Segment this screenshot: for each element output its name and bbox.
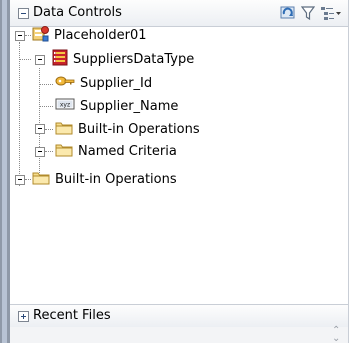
tree-node-label: Built-in Operations <box>55 171 177 187</box>
datatype-icon <box>52 49 68 70</box>
collapse-toggle-icon[interactable] <box>18 8 29 19</box>
left-splitter[interactable] <box>0 0 10 343</box>
data-controls-header[interactable]: Data Controls <box>10 0 348 27</box>
expand-toggle-icon[interactable] <box>15 31 25 41</box>
tree-node-label: SuppliersDataType <box>73 51 195 67</box>
refresh-icon[interactable] <box>280 5 297 21</box>
tree-node-label: Supplier_Name <box>80 98 179 114</box>
right-edge <box>349 0 359 343</box>
recent-files-header[interactable]: Recent Files <box>10 304 348 328</box>
tree-node-placeholder01[interactable]: Placeholder01 <box>32 25 147 46</box>
expand-toggle-icon[interactable] <box>15 175 25 185</box>
tree-options-icon[interactable] <box>320 5 342 21</box>
folder-icon <box>32 170 50 189</box>
string-attribute-icon: xyz <box>55 97 75 115</box>
tree-node-named-criteria[interactable]: Named Criteria <box>55 142 177 160</box>
tree-node-label: Named Criteria <box>78 143 177 159</box>
splitter-grip <box>2 0 7 343</box>
tree-node-label: Placeholder01 <box>54 27 147 43</box>
svg-text:xyz: xyz <box>60 102 70 109</box>
tree-node-label: Supplier_Id <box>80 75 153 91</box>
data-controls-title: Data Controls <box>33 5 122 20</box>
tree-node-label: Built-in Operations <box>78 121 200 137</box>
filter-icon[interactable] <box>300 5 316 21</box>
recent-files-title: Recent Files <box>33 308 111 323</box>
collapse-node-icon[interactable] <box>35 55 45 65</box>
placeholder-datacontrol-icon <box>32 25 49 46</box>
folder-icon <box>55 120 73 139</box>
tree-node-suppliersdatatype[interactable]: SuppliersDataType <box>52 49 195 70</box>
data-controls-tree: Placeholder01 SuppliersDataType Supplier… <box>10 25 348 296</box>
expand-toggle-icon[interactable] <box>35 124 45 134</box>
expand-toggle-icon[interactable] <box>18 311 29 322</box>
tree-node-supplier-id[interactable]: Supplier_Id <box>55 74 152 92</box>
expand-toggle-icon[interactable] <box>35 147 45 157</box>
key-icon <box>55 74 75 92</box>
tree-node-supplier-name[interactable]: xyz Supplier_Name <box>55 97 178 115</box>
tree-node-builtin-operations[interactable]: Built-in Operations <box>55 120 200 138</box>
data-controls-panel: Data Controls Placeholder01 SuppliersDat… <box>10 0 349 344</box>
panel-bottom-bar: ⌃ ⌄ <box>10 326 348 344</box>
tree-node-root-builtin-operations[interactable]: Built-in Operations <box>32 170 177 188</box>
folder-icon <box>55 142 73 161</box>
resize-grip-icon[interactable]: ⌃ ⌄ <box>332 326 340 344</box>
